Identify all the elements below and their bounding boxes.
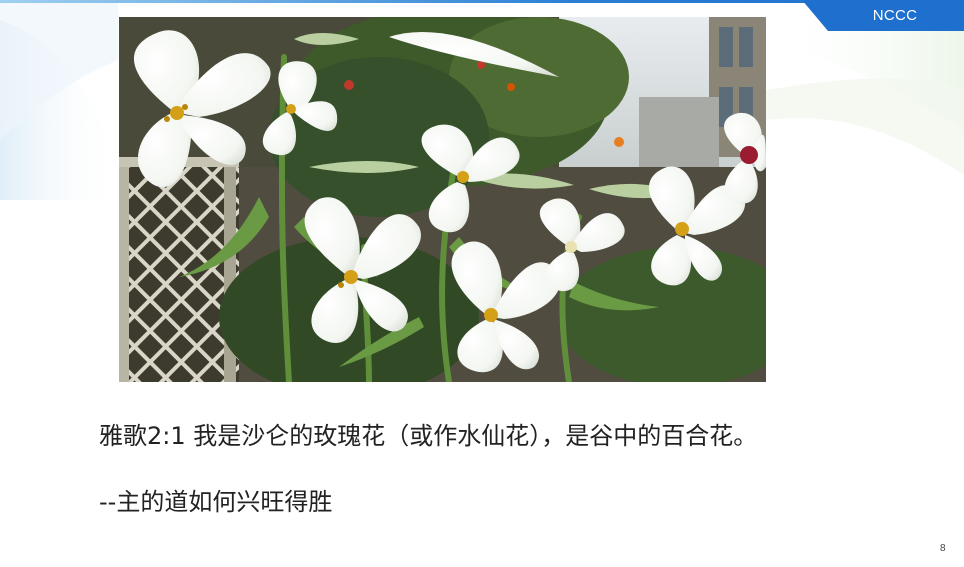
lily-photo — [119, 17, 766, 382]
page-number: 8 — [940, 543, 946, 554]
brand-label: NCCC — [872, 7, 918, 24]
source-text: --主的道如何兴旺得胜 — [99, 488, 333, 516]
verse-text: 雅歌2:1 我是沙仑的玫瑰花（或作水仙花），是谷中的百合花。 — [99, 422, 758, 450]
